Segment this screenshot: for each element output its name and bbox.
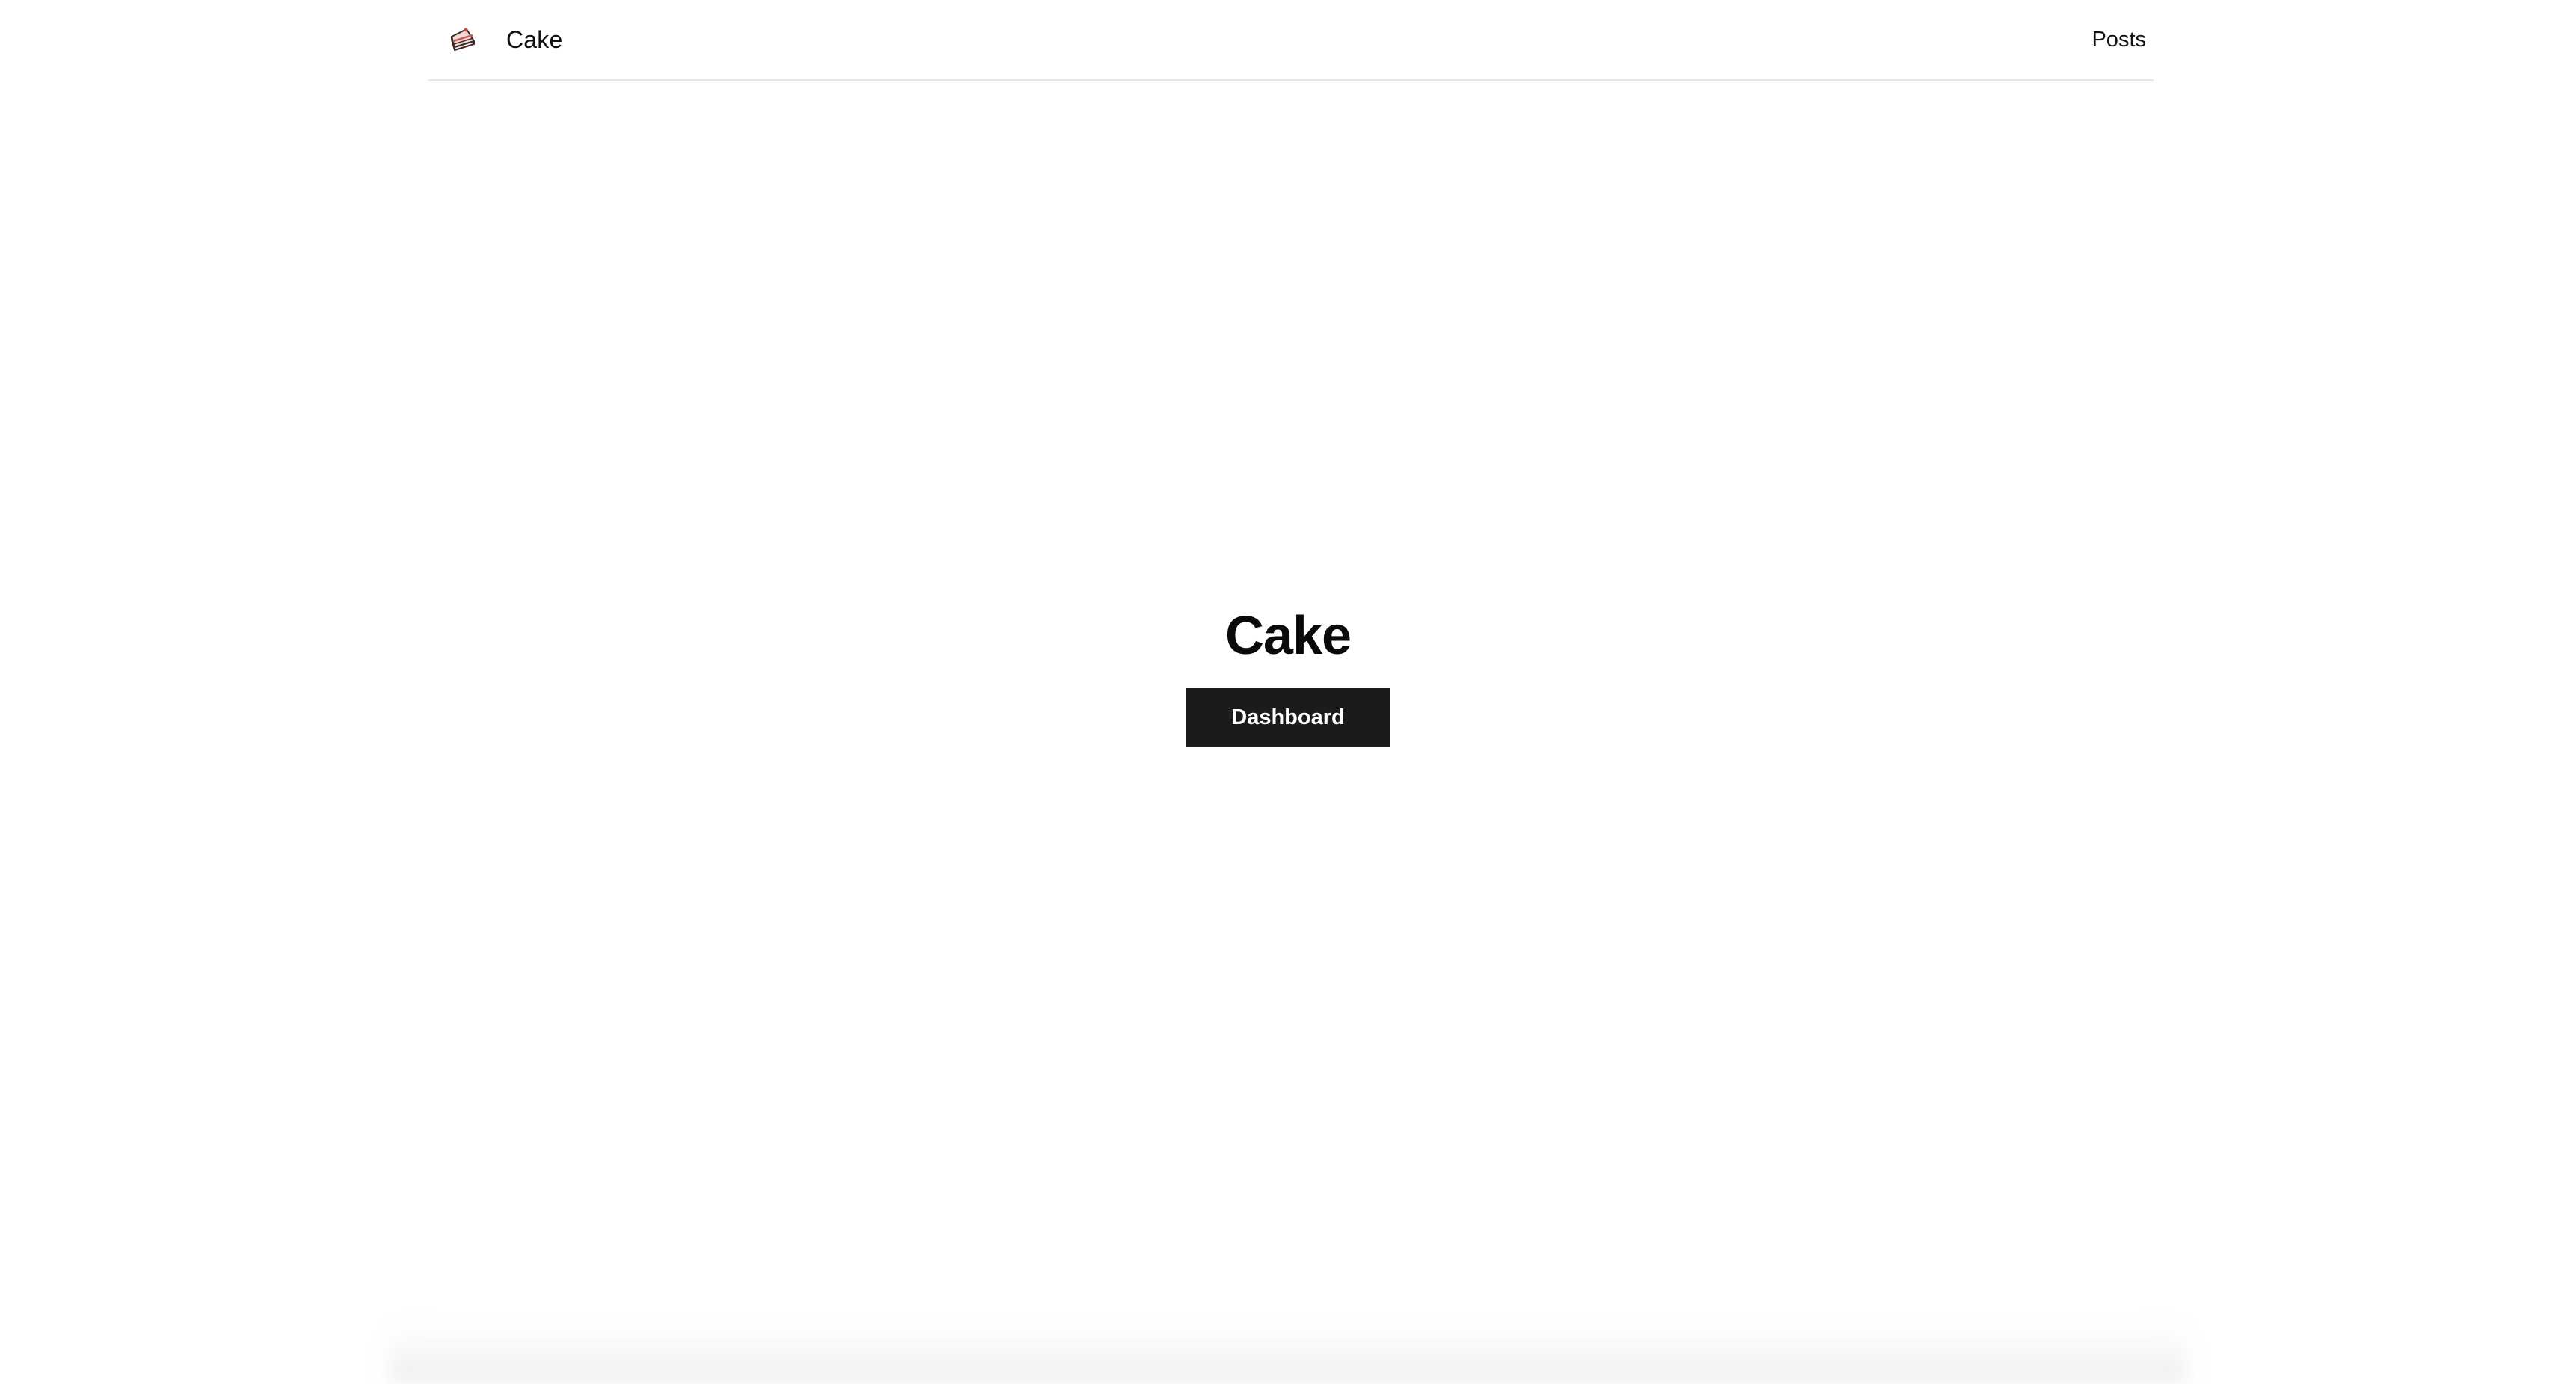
nav-links: Posts	[2092, 22, 2146, 58]
dashboard-button[interactable]: Dashboard	[1186, 688, 1390, 747]
bottom-edge-shadow	[389, 1324, 2187, 1384]
hero-section: Cake Dashboard	[0, 595, 2576, 747]
brand-name: Cake	[506, 26, 563, 53]
page: Cake Posts Cake Dashboard	[0, 0, 2576, 1384]
brand-home-link[interactable]: Cake	[448, 22, 563, 58]
page-title: Cake	[1224, 606, 1352, 666]
nav-link-posts[interactable]: Posts	[2092, 22, 2146, 58]
cake-slice-icon	[448, 25, 478, 55]
top-navbar: Cake Posts	[428, 0, 2154, 81]
